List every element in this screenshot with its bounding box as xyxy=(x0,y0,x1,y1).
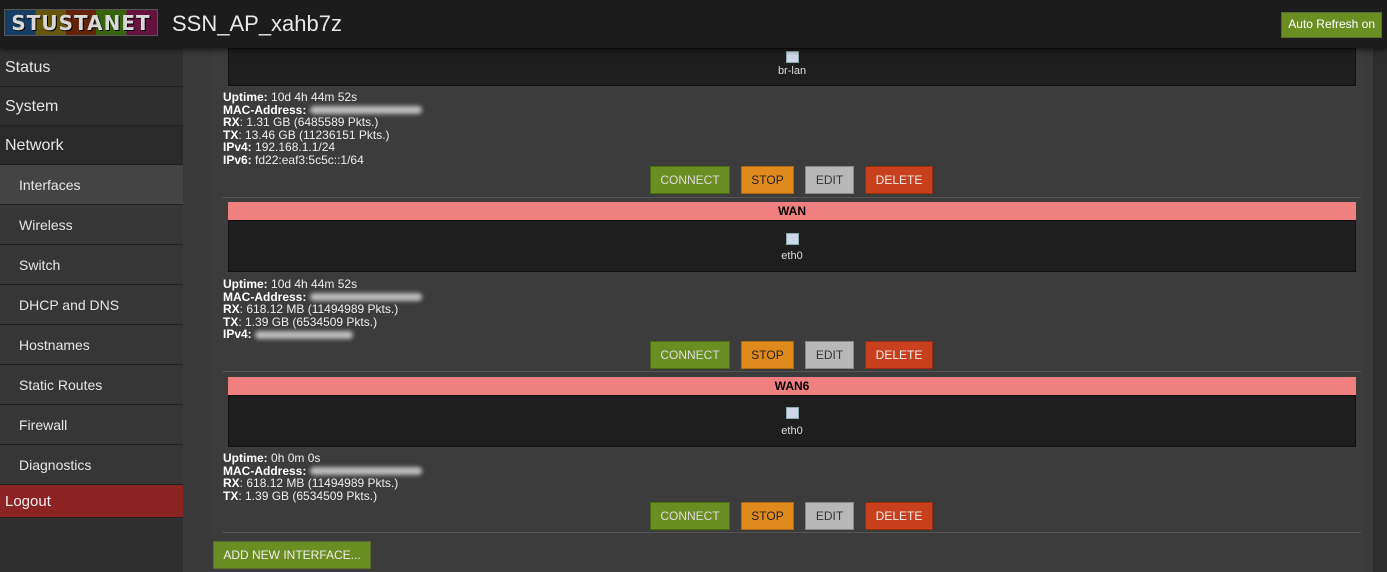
sidebar-item-firewall[interactable]: Firewall xyxy=(0,405,183,445)
ethernet-icon xyxy=(785,407,799,419)
edit-button[interactable]: EDIT xyxy=(805,166,854,194)
delete-button[interactable]: DELETE xyxy=(865,502,933,530)
sidebar-item-logout[interactable]: Logout xyxy=(0,485,183,518)
connect-button[interactable]: CONNECT xyxy=(650,502,730,530)
sidebar-item-diagnostics[interactable]: Diagnostics xyxy=(0,445,183,485)
mac-redacted xyxy=(309,293,422,302)
device-name: eth0 xyxy=(781,425,803,437)
top-header: STUSTANET SSN_AP_xahb7z Auto Refresh on xyxy=(0,0,1387,48)
ipv4-label: IPv4: xyxy=(223,327,252,342)
sidebar: Status System Network Interfaces Wireles… xyxy=(0,48,183,572)
interface-wan-title: WAN xyxy=(228,202,1356,220)
ipv4-redacted xyxy=(255,331,354,340)
hostname-title: SSN_AP_xahb7z xyxy=(172,11,342,36)
sidebar-item-static-routes[interactable]: Static Routes xyxy=(0,365,183,405)
bridge-icon xyxy=(785,51,799,63)
divider xyxy=(222,371,1361,372)
tx-label: TX xyxy=(223,488,239,503)
logo-text: STUSTANET xyxy=(11,11,151,35)
interface-lan-info: Uptime: 10d 4h 44m 52s MAC-Address: RX: … xyxy=(223,91,422,167)
stop-button[interactable]: STOP xyxy=(741,166,794,194)
interface-lan-box: br-lan xyxy=(228,48,1356,86)
interfaces-overview: br-lan Uptime: 10d 4h 44m 52s MAC-Addres… xyxy=(212,48,1362,572)
delete-button[interactable]: DELETE xyxy=(865,341,933,369)
sidebar-item-system[interactable]: System xyxy=(0,87,183,126)
divider xyxy=(222,532,1361,533)
sidebar-item-status[interactable]: Status xyxy=(0,48,183,87)
device-name: eth0 xyxy=(781,250,803,262)
stustanet-logo[interactable]: STUSTANET xyxy=(4,9,158,36)
sidebar-item-wireless[interactable]: Wireless xyxy=(0,205,183,245)
ipv6-label: IPv6: xyxy=(223,152,252,167)
interface-wan-box: eth0 xyxy=(228,220,1356,272)
auto-refresh-button[interactable]: Auto Refresh on xyxy=(1281,12,1382,38)
scrollbar[interactable] xyxy=(1373,48,1387,572)
mac-redacted xyxy=(309,467,422,476)
add-new-interface-button[interactable]: ADD NEW INTERFACE... xyxy=(213,541,371,569)
edit-button[interactable]: EDIT xyxy=(805,341,854,369)
divider xyxy=(222,197,1361,198)
sidebar-item-interfaces[interactable]: Interfaces xyxy=(0,165,183,205)
tx-value: : 1.39 GB (6534509 Pkts.) xyxy=(238,488,378,503)
device-wan6 xyxy=(229,407,1355,422)
sidebar-item-hostnames[interactable]: Hostnames xyxy=(0,325,183,365)
interface-wan6-title: WAN6 xyxy=(228,377,1356,395)
sidebar-item-network[interactable]: Network xyxy=(0,126,183,165)
stop-button[interactable]: STOP xyxy=(741,502,794,530)
connect-button[interactable]: CONNECT xyxy=(650,341,730,369)
ethernet-icon xyxy=(785,233,799,245)
sidebar-item-dhcp-dns[interactable]: DHCP and DNS xyxy=(0,285,183,325)
ipv6-value: fd22:eaf3:5c5c::1/64 xyxy=(255,152,364,167)
edit-button[interactable]: EDIT xyxy=(805,502,854,530)
connect-button[interactable]: CONNECT xyxy=(650,166,730,194)
device-lan xyxy=(229,51,1355,66)
stop-button[interactable]: STOP xyxy=(741,341,794,369)
device-name: br-lan xyxy=(777,65,807,77)
tx-value: : 1.39 GB (6534509 Pkts.) xyxy=(238,314,378,329)
interface-wan-info: Uptime: 10d 4h 44m 52s MAC-Address: RX: … xyxy=(223,278,422,341)
interface-wan6-info: Uptime: 0h 0m 0s MAC-Address: RX: 618.12… xyxy=(223,452,422,502)
mac-redacted xyxy=(309,106,422,115)
delete-button[interactable]: DELETE xyxy=(865,166,933,194)
device-wan xyxy=(229,233,1355,248)
sidebar-item-switch[interactable]: Switch xyxy=(0,245,183,285)
interface-wan6-box: eth0 xyxy=(228,395,1356,447)
